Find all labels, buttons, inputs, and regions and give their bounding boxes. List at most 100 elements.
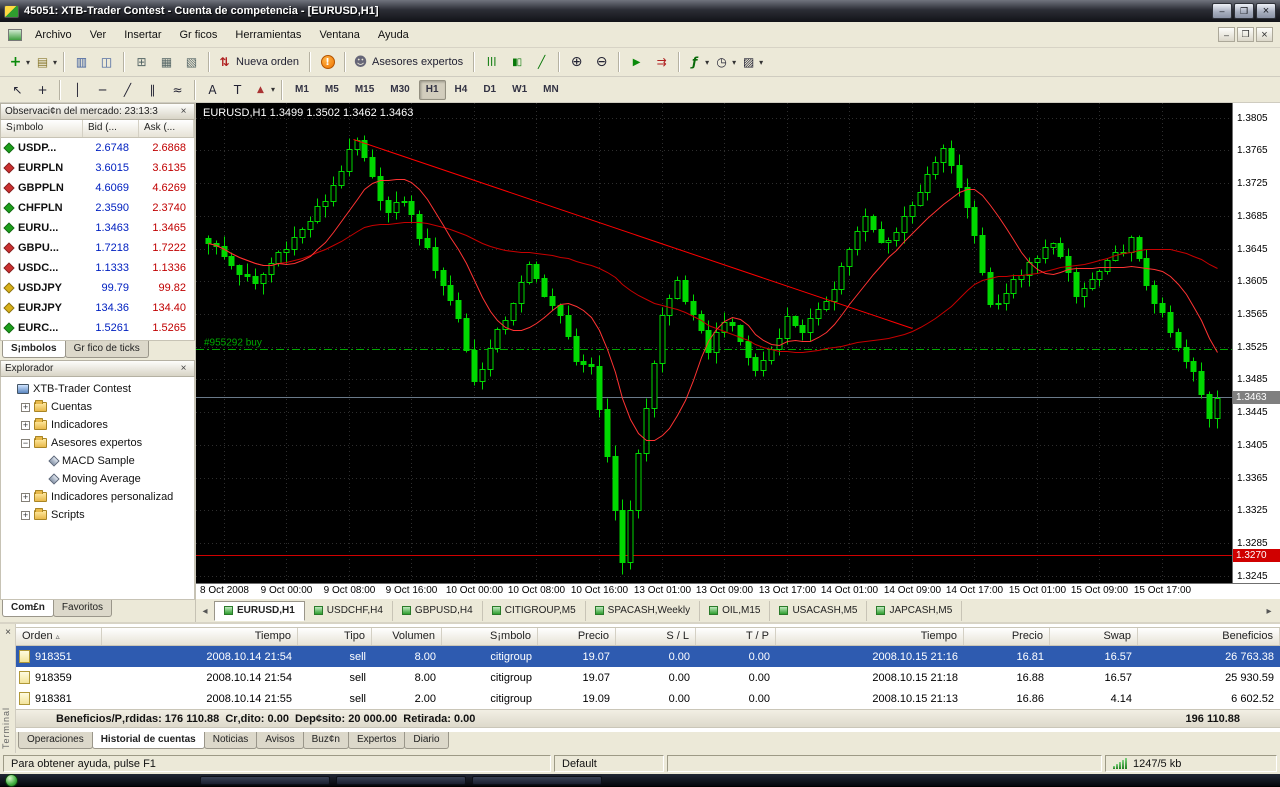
tree-item-indicadores[interactable]: +Indicadores <box>1 416 194 434</box>
terminal-column-header[interactable]: Precio <box>538 628 616 645</box>
tree-item-indicadores-personalizad[interactable]: +Indicadores personalizad <box>1 488 194 506</box>
terminal-row[interactable]: 9183592008.10.14 21:54sell8.00citigroup1… <box>16 667 1280 688</box>
terminal-row[interactable]: 9183812008.10.14 21:55sell2.00citigroup1… <box>16 688 1280 709</box>
tab-s-mbolos[interactable]: S¡mbolos <box>2 341 66 358</box>
tree-expand-icon[interactable]: + <box>21 403 30 412</box>
market-watch-row[interactable]: USDP...2.67482.6868 <box>1 138 194 158</box>
close-icon[interactable] <box>177 362 190 375</box>
tree-item-cuentas[interactable]: +Cuentas <box>1 398 194 416</box>
channel-tool-button[interactable]: ∥ <box>141 79 164 101</box>
chart-bars-button[interactable]: ||| <box>480 51 503 73</box>
tab-operaciones[interactable]: Operaciones <box>18 732 93 749</box>
market-watch-row[interactable]: USDJPY99.7999.82 <box>1 278 194 298</box>
new-chart-button[interactable]: +▾ <box>6 51 31 73</box>
terminal-column-header[interactable]: T / P <box>696 628 776 645</box>
navigator-toggle-button[interactable]: ⊞ <box>130 51 153 73</box>
crosshair-tool-button[interactable]: + <box>31 79 54 101</box>
market-watch-row[interactable]: GBPU...1.72181.7222 <box>1 238 194 258</box>
timeframe-m1-button[interactable]: M1 <box>288 80 316 100</box>
tree-item-scripts[interactable]: +Scripts <box>1 506 194 524</box>
scroll-right-icon[interactable]: ▸ <box>1262 603 1276 619</box>
mdi-minimize-icon[interactable] <box>1218 27 1235 42</box>
fibonacci-tool-button[interactable]: ≈ <box>166 79 189 101</box>
menu-item-ventana[interactable]: Ventana <box>310 25 368 45</box>
alert-button[interactable]: ! <box>316 51 339 73</box>
minimize-icon[interactable] <box>1212 3 1232 19</box>
timeframe-m5-button[interactable]: M5 <box>318 80 346 100</box>
tree-item-moving-average[interactable]: Moving Average <box>1 470 194 488</box>
timeframe-w1-button[interactable]: W1 <box>505 80 534 100</box>
chart-line-button[interactable]: ╱ <box>530 51 553 73</box>
terminal-column-header[interactable]: Tiempo <box>776 628 964 645</box>
expert-advisors-button[interactable]: ☻Asesores expertos <box>351 51 468 73</box>
market-watch-toggle-button[interactable]: ▥ <box>70 51 93 73</box>
menu-item-archivo[interactable]: Archivo <box>26 25 81 45</box>
market-watch-row[interactable]: EURC...1.52611.5265 <box>1 318 194 338</box>
terminal-column-header[interactable]: Beneficios <box>1138 628 1280 645</box>
timeframe-d1-button[interactable]: D1 <box>476 80 503 100</box>
terminal-column-header[interactable]: Volumen <box>372 628 442 645</box>
terminal-row[interactable]: 9183512008.10.14 21:54sell8.00citigroup1… <box>16 646 1280 667</box>
market-watch-row[interactable]: CHFPLN2.35902.3740 <box>1 198 194 218</box>
price-scale[interactable]: 1.38051.37651.37251.36851.36451.36051.35… <box>1232 103 1280 583</box>
periods-button[interactable]: ◷▾ <box>712 51 737 73</box>
taskbar-button[interactable] <box>472 776 602 785</box>
taskbar-button[interactable] <box>200 776 330 785</box>
tab-noticias[interactable]: Noticias <box>204 732 258 749</box>
market-watch-row[interactable]: EURPLN3.60153.6135 <box>1 158 194 178</box>
taskbar-button[interactable] <box>336 776 466 785</box>
scroll-left-icon[interactable]: ◂ <box>198 603 212 619</box>
close-icon[interactable] <box>177 105 190 118</box>
tab-historial-de-cuentas[interactable]: Historial de cuentas <box>92 732 205 749</box>
tab-gr-fico-de-ticks[interactable]: Gr fico de ticks <box>65 341 149 358</box>
market-watch-row[interactable]: USDC...1.13331.1336 <box>1 258 194 278</box>
zoom-in-button[interactable]: ⊕ <box>565 51 588 73</box>
zoom-out-button[interactable]: ⊖ <box>590 51 613 73</box>
chart-tab-japcash-m5[interactable]: JAPCASH,M5 <box>867 601 962 621</box>
menu-item-ayuda[interactable]: Ayuda <box>369 25 418 45</box>
cursor-tool-button[interactable]: ↖ <box>6 79 29 101</box>
time-scale[interactable]: 8 Oct 20089 Oct 00:009 Oct 08:009 Oct 16… <box>196 583 1280 598</box>
tab-com-n[interactable]: Com£n <box>2 600 54 617</box>
chart-tab-usdchf-h4[interactable]: USDCHF,H4 <box>305 601 393 621</box>
chart-tab-citigroup-m5[interactable]: CITIGROUP,M5 <box>483 601 586 621</box>
terminal-column-header[interactable]: S¡mbolo <box>442 628 538 645</box>
terminal-column-header[interactable]: Swap <box>1050 628 1138 645</box>
vertical-line-tool-button[interactable]: │ <box>66 79 89 101</box>
chart-tab-gbpusd-h4[interactable]: GBPUSD,H4 <box>393 601 483 621</box>
indicators-button[interactable]: ƒ▾ <box>685 51 710 73</box>
terminal-column-header[interactable]: Tipo <box>298 628 372 645</box>
terminal-column-header[interactable]: S / L <box>616 628 696 645</box>
menu-item-gr-ficos[interactable]: Gr ficos <box>171 25 227 45</box>
start-orb-icon[interactable] <box>5 774 18 787</box>
tree-expand-icon[interactable]: + <box>21 493 30 502</box>
timeframe-m30-button[interactable]: M30 <box>383 80 416 100</box>
timeframe-h1-button[interactable]: H1 <box>419 80 446 100</box>
tree-item-asesores-expertos[interactable]: −Asesores expertos <box>1 434 194 452</box>
close-icon[interactable] <box>1256 3 1276 19</box>
chart-tab-usacash-m5[interactable]: USACASH,M5 <box>770 601 867 621</box>
mdi-restore-icon[interactable] <box>1237 27 1254 42</box>
templates-button[interactable]: ▨▾ <box>739 51 764 73</box>
maximize-icon[interactable] <box>1234 3 1254 19</box>
tab-favoritos[interactable]: Favoritos <box>53 600 112 617</box>
close-icon[interactable] <box>2 627 14 639</box>
tab-avisos[interactable]: Avisos <box>256 732 303 749</box>
status-profile[interactable]: Default <box>554 755 664 772</box>
tree-item-xtb-trader-contest[interactable]: XTB-Trader Contest <box>1 380 194 398</box>
market-watch-row[interactable]: GBPPLN4.60694.6269 <box>1 178 194 198</box>
trendline-tool-button[interactable]: ╱ <box>116 79 139 101</box>
tree-expand-icon[interactable]: + <box>21 421 30 430</box>
terminal-column-header[interactable]: Precio <box>964 628 1050 645</box>
terminal-toggle-button[interactable]: ▦ <box>155 51 178 73</box>
terminal-column-header[interactable]: Tiempo <box>102 628 298 645</box>
market-watch-row[interactable]: EURU...1.34631.3465 <box>1 218 194 238</box>
chart-tab-oil-m15[interactable]: OIL,M15 <box>700 601 770 621</box>
menu-item-ver[interactable]: Ver <box>81 25 116 45</box>
profiles-button[interactable]: ▤▾ <box>33 51 58 73</box>
auto-scroll-button[interactable]: ▶ <box>625 51 648 73</box>
data-window-toggle-button[interactable]: ◫ <box>95 51 118 73</box>
new-order-button[interactable]: ⇅Nueva orden <box>215 51 304 73</box>
chart-tab-spacash-weekly[interactable]: SPACASH,Weekly <box>586 601 700 621</box>
menu-item-insertar[interactable]: Insertar <box>115 25 170 45</box>
